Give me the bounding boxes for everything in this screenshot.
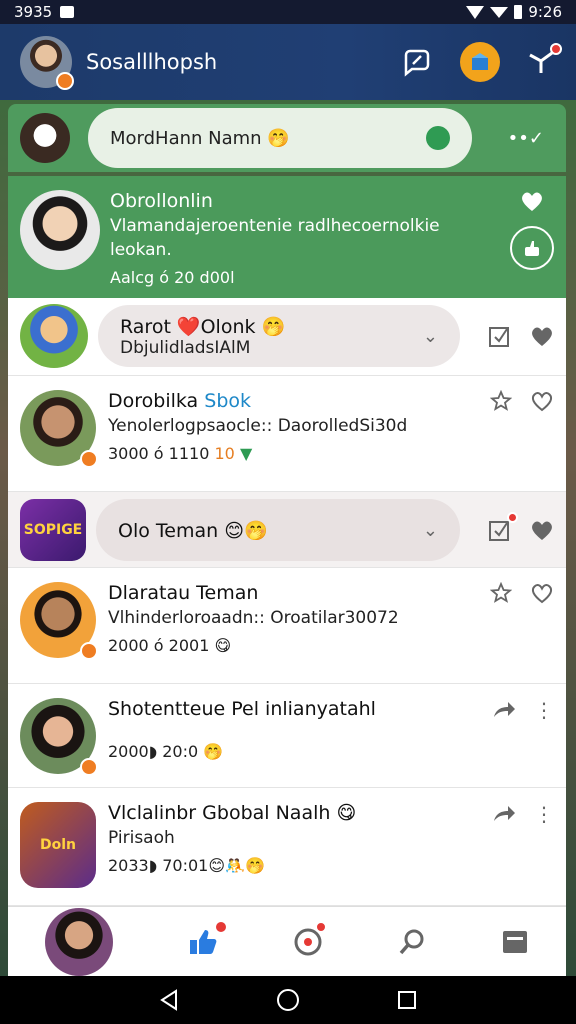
- checkbox-alert-dot: [507, 512, 518, 523]
- item-sub: DbjulidladsIAlM: [120, 337, 251, 358]
- forward-icon[interactable]: [492, 805, 516, 823]
- featured-line1: Vlamandajeroentenie radlhecoernolkie: [110, 216, 440, 236]
- item-sub: Yenolerlogpsaocle:: DaorolledSi30d: [108, 416, 408, 436]
- home-icon[interactable]: [276, 988, 300, 1012]
- item-sub: Vlhinderloroaadn:: Oroatilar30072: [108, 608, 399, 628]
- featured-line2: leokan.: [110, 240, 172, 260]
- nav-thumbs-up-icon[interactable]: [188, 919, 229, 956]
- store-icon[interactable]: [460, 42, 500, 82]
- checkbox-icon[interactable]: [488, 324, 512, 348]
- composer-input[interactable]: MordHann Namn 🤭: [88, 108, 472, 168]
- item-badge-icon: [80, 758, 98, 776]
- bottom-nav: [8, 906, 566, 976]
- item-pill[interactable]: Rarot ❤️Olonk 🤭 DbjulidladsIAlM ⌄: [98, 305, 460, 367]
- star-icon[interactable]: [490, 582, 512, 604]
- item-name: Olo Teman 😊🤭: [118, 519, 268, 542]
- nav-profile-avatar[interactable]: [45, 907, 114, 976]
- avatar-badge-icon: [56, 72, 74, 90]
- signal-icon: [490, 6, 509, 18]
- item-pill[interactable]: Olo Teman 😊🤭 ⌄: [96, 499, 460, 561]
- item-avatar: [20, 304, 88, 368]
- recents-icon[interactable]: [396, 989, 418, 1011]
- star-icon[interactable]: [490, 390, 512, 412]
- nav-messages-icon[interactable]: [501, 929, 529, 955]
- item-avatar: [20, 390, 98, 468]
- gem-icon: ▼: [239, 444, 253, 463]
- item-avatar: [20, 698, 98, 776]
- status-bar: 3935 9:26: [0, 0, 576, 24]
- wifi-icon: [466, 5, 485, 19]
- list-item[interactable]: Shotentteue Pel inlianyatahl 2000◗ 20:0 …: [8, 684, 566, 788]
- chevron-down-icon[interactable]: ⌄: [423, 326, 438, 347]
- item-avatar: Doln: [20, 802, 96, 888]
- nav-alert-dot: [314, 920, 327, 933]
- nav-alert-dot: [214, 919, 229, 934]
- nav-search-icon[interactable]: [398, 928, 426, 956]
- nav-notifications-icon[interactable]: [293, 920, 327, 957]
- composer-placeholder: MordHann Namn 🤭: [110, 127, 290, 149]
- network-icon[interactable]: [526, 43, 562, 77]
- item-meta: 2033◗ 70:01😊🤼🤭: [108, 856, 265, 875]
- edit-chat-icon[interactable]: [400, 45, 434, 79]
- notification-icon: [60, 6, 75, 18]
- system-nav-bar: [0, 976, 576, 1024]
- status-time-left: 3935: [14, 3, 53, 21]
- send-icon[interactable]: [426, 126, 450, 150]
- composer-bar: MordHann Namn 🤭 ••✓: [8, 104, 566, 172]
- more-options-button[interactable]: ••✓: [508, 128, 544, 149]
- item-name: Dlaratau Teman: [108, 582, 259, 604]
- item-name: Dorobilka: [108, 390, 199, 412]
- app-title: Sosalllhopsh: [86, 50, 218, 74]
- featured-message[interactable]: Obrollonlin Vlamandajeroentenie radlheco…: [8, 176, 566, 298]
- item-avatar: [20, 582, 98, 660]
- heart-outline-icon[interactable]: [530, 582, 554, 604]
- heart-outline-icon[interactable]: [530, 390, 554, 412]
- list-item[interactable]: Dlaratau Teman Vlhinderloroaadn:: Oroati…: [8, 568, 566, 684]
- item-badge-icon: [80, 642, 98, 660]
- list-item[interactable]: SOPIGE Olo Teman 😊🤭 ⌄: [8, 492, 566, 568]
- list-item[interactable]: Rarot ❤️Olonk 🤭 DbjulidladsIAlM ⌄: [8, 298, 566, 376]
- chevron-down-icon[interactable]: ⌄: [423, 520, 438, 541]
- forward-icon[interactable]: [492, 701, 516, 719]
- list-item[interactable]: Dorobilka Sbok Yenolerlogpsaocle:: Daoro…: [8, 376, 566, 492]
- item-badge-icon: [80, 450, 98, 468]
- heart-icon[interactable]: [520, 190, 544, 212]
- item-meta: 2000◗ 20:0 🤭: [108, 742, 224, 761]
- featured-meta: Aalcg ó 20 d00l: [110, 268, 235, 287]
- list-item[interactable]: Doln Vlclalinbr Gbobal Naalh 😋 Pirisaoh …: [8, 788, 566, 906]
- like-button[interactable]: [510, 226, 554, 270]
- heart-icon[interactable]: [530, 519, 554, 541]
- profile-avatar[interactable]: [20, 36, 74, 90]
- item-name: Shotentteue Pel inlianyatahl: [108, 698, 376, 720]
- featured-name: Obrollonlin: [110, 190, 213, 212]
- item-meta: 3000 ó 1110: [108, 444, 210, 463]
- back-icon[interactable]: [158, 989, 180, 1011]
- app-bar: Sosalllhopsh: [0, 24, 576, 100]
- item-avatar: SOPIGE: [20, 499, 86, 561]
- checkbox-icon[interactable]: [488, 512, 518, 542]
- item-meta: 2000 ó 2001 😋: [108, 636, 232, 655]
- more-vert-icon[interactable]: ⋮: [534, 802, 554, 826]
- item-meta-highlight: 10: [214, 444, 235, 463]
- more-vert-icon[interactable]: ⋮: [534, 698, 554, 722]
- item-name: Vlclalinbr Gbobal Naalh 😋: [108, 802, 357, 824]
- composer-avatar: [20, 113, 70, 163]
- status-time-right: 9:26: [528, 3, 562, 21]
- item-name-link[interactable]: Sbok: [204, 390, 251, 412]
- network-alert-dot: [550, 43, 562, 55]
- featured-avatar: [20, 190, 100, 270]
- battery-icon: [514, 5, 523, 19]
- heart-icon[interactable]: [530, 325, 554, 347]
- item-sub: Pirisaoh: [108, 828, 175, 848]
- item-name: Rarot ❤️Olonk 🤭: [120, 315, 286, 338]
